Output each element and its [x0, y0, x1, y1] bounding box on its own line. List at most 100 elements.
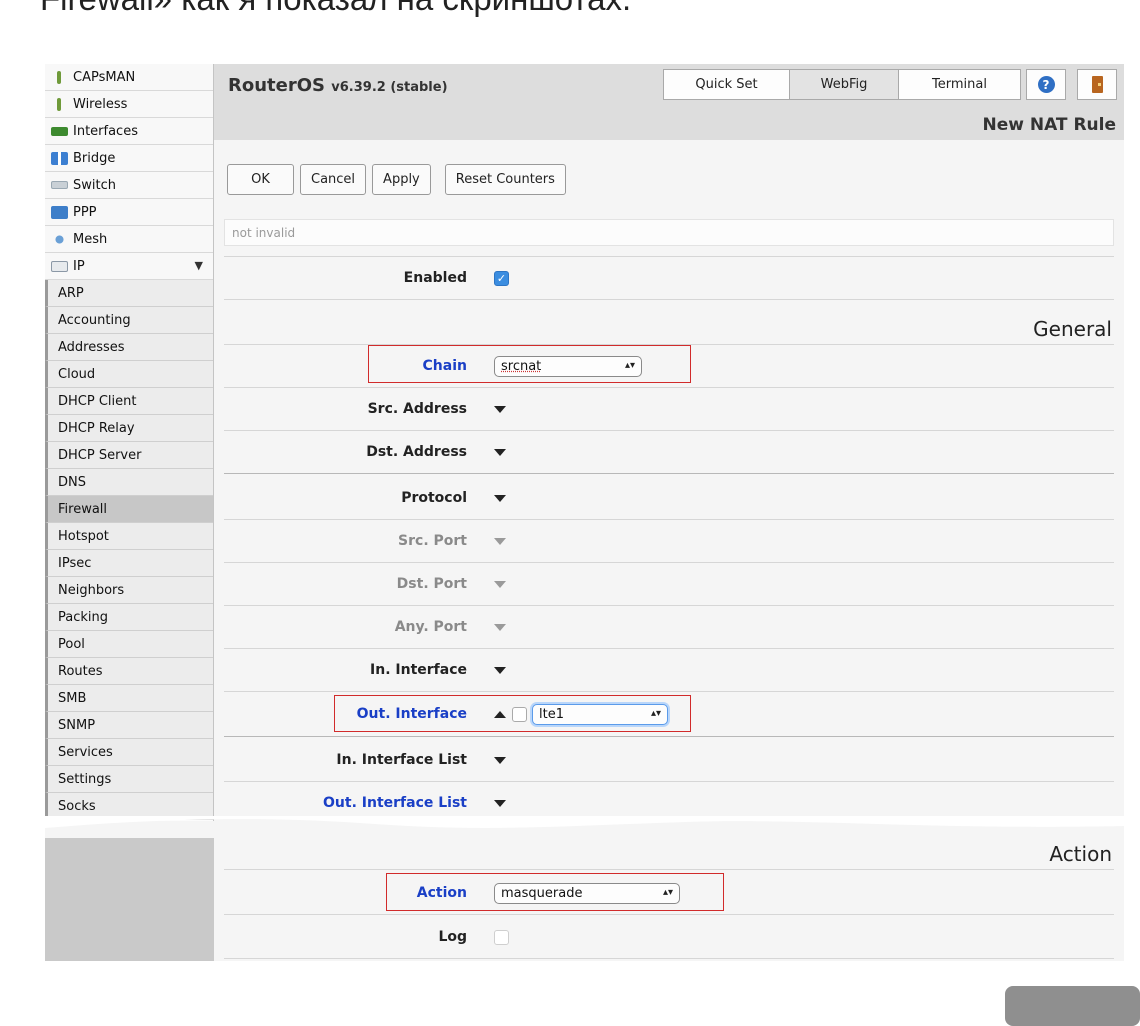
expand-triangle-icon[interactable]: [494, 537, 506, 545]
sidebar-subitem-addresses[interactable]: Addresses: [45, 334, 213, 361]
sidebar-item-label: Mesh: [73, 231, 108, 247]
article-text: Firewall» как я показал на скриншотах.: [40, 0, 631, 18]
src-address-row: Src. Address: [224, 388, 1114, 430]
sidebar-subitem-arp[interactable]: ARP: [45, 280, 213, 307]
sidebar-item-label: CAPsMAN: [73, 69, 136, 85]
sidebar-subitem-firewall[interactable]: Firewall: [45, 496, 213, 523]
dst-port-label: Dst. Port: [396, 576, 467, 592]
sidebar-subitem-routes[interactable]: Routes: [45, 658, 213, 685]
sidebar-subitem-ipsec[interactable]: IPsec: [45, 550, 213, 577]
header: RouterOS v6.39.2 (stable) Quick Set WebF…: [214, 64, 1124, 140]
src-address-label: Src. Address: [367, 401, 467, 417]
sidebar-subitem-hotspot[interactable]: Hotspot: [45, 523, 213, 550]
antenna-icon: [57, 70, 61, 84]
expand-triangle-icon[interactable]: [494, 448, 506, 456]
sidebar-subitem-cloud[interactable]: Cloud: [45, 361, 213, 388]
sidebar-subitem-accounting[interactable]: Accounting: [45, 307, 213, 334]
divider: [224, 299, 1114, 300]
bridge-icon: [51, 151, 68, 165]
switch-icon: [51, 181, 68, 189]
logout-door-icon: [1091, 76, 1103, 93]
log-checkbox[interactable]: [494, 929, 509, 945]
src-port-row: Src. Port: [224, 520, 1114, 562]
status-bar: not invalid: [224, 219, 1114, 246]
apply-button[interactable]: Apply: [372, 164, 431, 195]
divider: [224, 958, 1114, 959]
enabled-checkbox[interactable]: ✓: [494, 270, 509, 286]
sidebar-subitem-services[interactable]: Services: [45, 739, 213, 766]
tab-webfig[interactable]: WebFig: [789, 69, 899, 100]
any-port-label: Any. Port: [394, 619, 467, 635]
expand-triangle-icon[interactable]: [494, 494, 506, 502]
divider: [224, 869, 1114, 870]
ppp-icon: [51, 205, 68, 219]
chevron-down-icon[interactable]: ▼: [195, 259, 203, 272]
log-row: Log: [224, 916, 1114, 958]
sidebar-item-label: Wireless: [73, 96, 128, 112]
divider: [224, 691, 1114, 692]
sidebar-item-label: Interfaces: [73, 123, 138, 139]
mesh-icon: [51, 232, 68, 246]
scroll-to-top-button[interactable]: [1005, 986, 1140, 1026]
reset-counters-button[interactable]: Reset Counters: [444, 164, 566, 195]
sidebar-item-bridge[interactable]: Bridge: [45, 145, 213, 172]
sidebar-subitem-smb[interactable]: SMB: [45, 685, 213, 712]
sidebar-item-label: IP: [73, 258, 85, 274]
src-port-label: Src. Port: [398, 533, 467, 549]
sidebar-item-ppp[interactable]: PPP: [45, 199, 213, 226]
expand-triangle-icon[interactable]: [494, 756, 506, 764]
help-button[interactable]: ?: [1026, 69, 1066, 100]
cancel-button[interactable]: Cancel: [300, 164, 367, 195]
in-interface-list-row: In. Interface List: [224, 739, 1114, 781]
expand-triangle-icon[interactable]: [494, 405, 506, 413]
sidebar-item-capsman[interactable]: CAPsMAN: [45, 64, 213, 91]
enabled-label: Enabled: [403, 270, 467, 286]
dst-address-label: Dst. Address: [366, 444, 467, 460]
highlight-box-action: [386, 873, 724, 911]
divider: [224, 736, 1114, 737]
sidebar-item-wireless[interactable]: Wireless: [45, 91, 213, 118]
button-bar: OK Cancel Apply Reset Counters: [227, 164, 572, 195]
sidebar-item-ip[interactable]: IP ▼: [45, 253, 213, 280]
dst-port-row: Dst. Port: [224, 563, 1114, 605]
in-interface-row: In. Interface: [224, 649, 1114, 691]
enabled-row: Enabled ✓: [224, 257, 1114, 299]
logout-button[interactable]: [1077, 69, 1117, 100]
ok-button[interactable]: OK: [227, 164, 294, 195]
sidebar-subitem-pool[interactable]: Pool: [45, 631, 213, 658]
expand-triangle-icon[interactable]: [494, 799, 506, 807]
tab-terminal[interactable]: Terminal: [898, 69, 1021, 100]
sidebar-subitem-settings[interactable]: Settings: [45, 766, 213, 793]
page-title: New NAT Rule: [982, 115, 1116, 135]
sidebar-subitem-dhcp-client[interactable]: DHCP Client: [45, 388, 213, 415]
sidebar-item-label: Switch: [73, 177, 116, 193]
divider: [224, 473, 1114, 474]
help-icon: ?: [1037, 76, 1055, 93]
brand: RouterOS v6.39.2 (stable): [228, 75, 448, 96]
sidebar-subitem-dhcp-server[interactable]: DHCP Server: [45, 442, 213, 469]
protocol-row: Protocol: [224, 477, 1114, 519]
sidebar-item-switch[interactable]: Switch: [45, 172, 213, 199]
sidebar-subitem-snmp[interactable]: SNMP: [45, 712, 213, 739]
sidebar: CAPsMAN Wireless Interfaces Bridge Switc…: [45, 64, 214, 821]
sidebar-subitem-dns[interactable]: DNS: [45, 469, 213, 496]
sidebar-filler: [45, 834, 214, 961]
expand-triangle-icon[interactable]: [494, 666, 506, 674]
in-interface-label: In. Interface: [370, 662, 467, 678]
antenna-icon: [57, 97, 61, 111]
sidebar-item-interfaces[interactable]: Interfaces: [45, 118, 213, 145]
webfig-screenshot: CAPsMAN Wireless Interfaces Bridge Switc…: [45, 64, 1124, 961]
sidebar-subitem-packing[interactable]: Packing: [45, 604, 213, 631]
sidebar-item-label: Bridge: [73, 150, 116, 166]
version-label: v6.39.2 (stable): [331, 80, 448, 95]
expand-triangle-icon[interactable]: [494, 580, 506, 588]
log-label: Log: [438, 929, 467, 945]
tab-quick-set[interactable]: Quick Set: [663, 69, 790, 100]
sidebar-item-mesh[interactable]: Mesh: [45, 226, 213, 253]
expand-triangle-icon[interactable]: [494, 623, 506, 631]
enabled-control: ✓: [494, 257, 509, 299]
interfaces-icon: [51, 126, 68, 136]
sidebar-subitem-neighbors[interactable]: Neighbors: [45, 577, 213, 604]
torn-edge-separator: [45, 816, 1124, 838]
sidebar-subitem-dhcp-relay[interactable]: DHCP Relay: [45, 415, 213, 442]
